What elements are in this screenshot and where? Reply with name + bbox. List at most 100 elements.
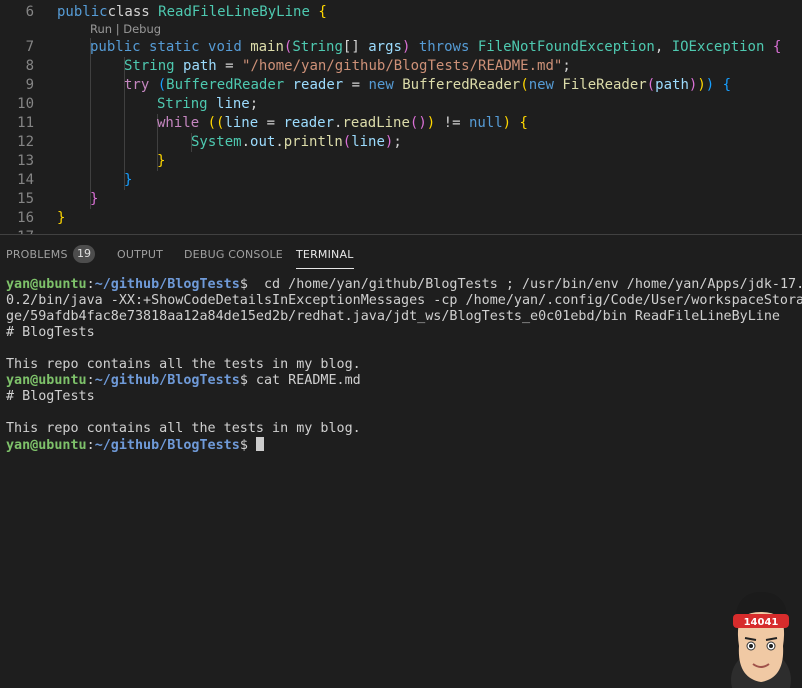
line-number: 7: [25, 39, 34, 55]
tab-debug-console[interactable]: DEBUG CONSOLE: [184, 248, 283, 261]
code-token: void: [208, 39, 242, 55]
code-token: (: [520, 77, 529, 93]
code-token: String: [292, 39, 343, 55]
panel-tabs: PROBLEMS 19 OUTPUT DEBUG CONSOLE TERMINA…: [0, 235, 802, 273]
code-token: ): [502, 115, 512, 131]
code-token: line: [224, 115, 259, 131]
code-token: }: [90, 191, 99, 207]
code-token: readLine: [342, 115, 410, 131]
code-token: []: [342, 39, 369, 55]
tab-output[interactable]: OUTPUT: [117, 248, 163, 261]
run-codelens-link[interactable]: Run: [90, 22, 112, 36]
code-token: reader: [283, 115, 335, 131]
terminal-output[interactable]: yan@ubuntu:~/github/BlogTests$ cd /home/…: [6, 277, 802, 453]
code-token: "/home/yan/github/BlogTests/README.md": [242, 58, 563, 74]
code-token: FileReader: [562, 77, 647, 93]
line-number: 8: [25, 58, 34, 74]
prompt-user: yan@ubuntu: [6, 438, 87, 453]
code-token: =: [343, 77, 369, 93]
code-token: ReadFileLineByLine: [158, 4, 310, 20]
code-token: System: [191, 134, 242, 150]
code-token: (: [342, 134, 352, 150]
codelens-separator: |: [112, 22, 124, 36]
code-token: path: [655, 77, 689, 93]
code-token: args: [368, 39, 402, 55]
code-line: System.out.println(line);: [191, 133, 402, 152]
prompt-command: cat README.md: [247, 373, 361, 388]
tab-problems[interactable]: PROBLEMS: [6, 248, 68, 261]
code-token: {: [318, 4, 327, 20]
code-token: ;: [562, 58, 571, 74]
code-line: try (BufferedReader reader = new Buffere…: [124, 76, 731, 95]
code-token: ): [705, 77, 715, 93]
terminal-line: yan@ubuntu:~/github/BlogTests$ cat READM…: [6, 373, 361, 388]
code-token: }: [157, 153, 166, 169]
prompt-path: ~/github/BlogTests: [94, 438, 240, 453]
code-token: new: [528, 77, 554, 93]
codelens: Run | Debug: [90, 22, 161, 36]
code-token: =: [258, 115, 284, 131]
code-token: }: [57, 210, 66, 226]
terminal-line: 0.2/bin/java -XX:+ShowCodeDetailsInExcep…: [6, 293, 802, 308]
line-number: 11: [17, 115, 34, 131]
indent-guide: [90, 38, 91, 209]
terminal-line: This repo contains all the tests in my b…: [6, 421, 361, 436]
code-token: BufferedReader: [402, 77, 521, 93]
code-line: publicclass ReadFileLineByLine {: [57, 3, 327, 22]
prompt-user: yan@ubuntu: [6, 277, 87, 292]
code-token: IOException: [671, 39, 765, 55]
terminal-line: # BlogTests: [6, 389, 95, 404]
code-token: public: [90, 39, 141, 55]
code-token: out: [250, 134, 276, 150]
prompt-user: yan@ubuntu: [6, 373, 87, 388]
code-token: ;: [249, 96, 259, 112]
code-line: while ((line = reader.readLine()) != nul…: [157, 114, 528, 133]
terminal-line: yan@ubuntu:~/github/BlogTests$: [6, 437, 802, 453]
code-token: String: [124, 58, 175, 74]
code-token: =: [216, 58, 243, 74]
code-token: ;: [393, 134, 402, 150]
code-token: BufferedReader: [166, 77, 285, 93]
code-editor[interactable]: 67891011121314151617 Run | Debug publicc…: [0, 0, 802, 234]
terminal-cursor: [255, 437, 264, 451]
bottom-panel: PROBLEMS 19 OUTPUT DEBUG CONSOLE TERMINA…: [0, 234, 802, 688]
terminal-line: This repo contains all the tests in my b…: [6, 357, 361, 372]
line-number: 6: [25, 4, 34, 20]
code-token: }: [124, 172, 133, 188]
code-token: ((: [207, 115, 225, 131]
terminal-line: # BlogTests: [6, 325, 95, 340]
code-line: }: [157, 152, 165, 171]
code-line: String path = "/home/yan/github/BlogTest…: [124, 57, 571, 76]
code-token: println: [283, 134, 343, 150]
avatar: 14041: [731, 592, 791, 688]
code-token: .: [275, 134, 284, 150]
code-token: (: [646, 77, 656, 93]
code-token: path: [183, 58, 217, 74]
prompt-path: ~/github/BlogTests: [94, 373, 240, 388]
tab-terminal[interactable]: TERMINAL: [296, 248, 354, 269]
prompt-command: [248, 438, 256, 453]
code-token: ): [697, 77, 706, 93]
debug-codelens-link[interactable]: Debug: [123, 22, 161, 36]
line-number: 14: [17, 172, 34, 188]
code-token: try: [124, 77, 150, 93]
code-token: {: [722, 77, 732, 93]
prompt-command: cd /home/yan/github/BlogTests ; /usr/bin…: [247, 277, 802, 292]
line-number: 13: [17, 153, 34, 169]
code-token: line: [351, 134, 385, 150]
problems-count-badge: 19: [73, 245, 95, 263]
code-token: String: [157, 96, 208, 112]
prompt-path: ~/github/BlogTests: [94, 277, 240, 292]
